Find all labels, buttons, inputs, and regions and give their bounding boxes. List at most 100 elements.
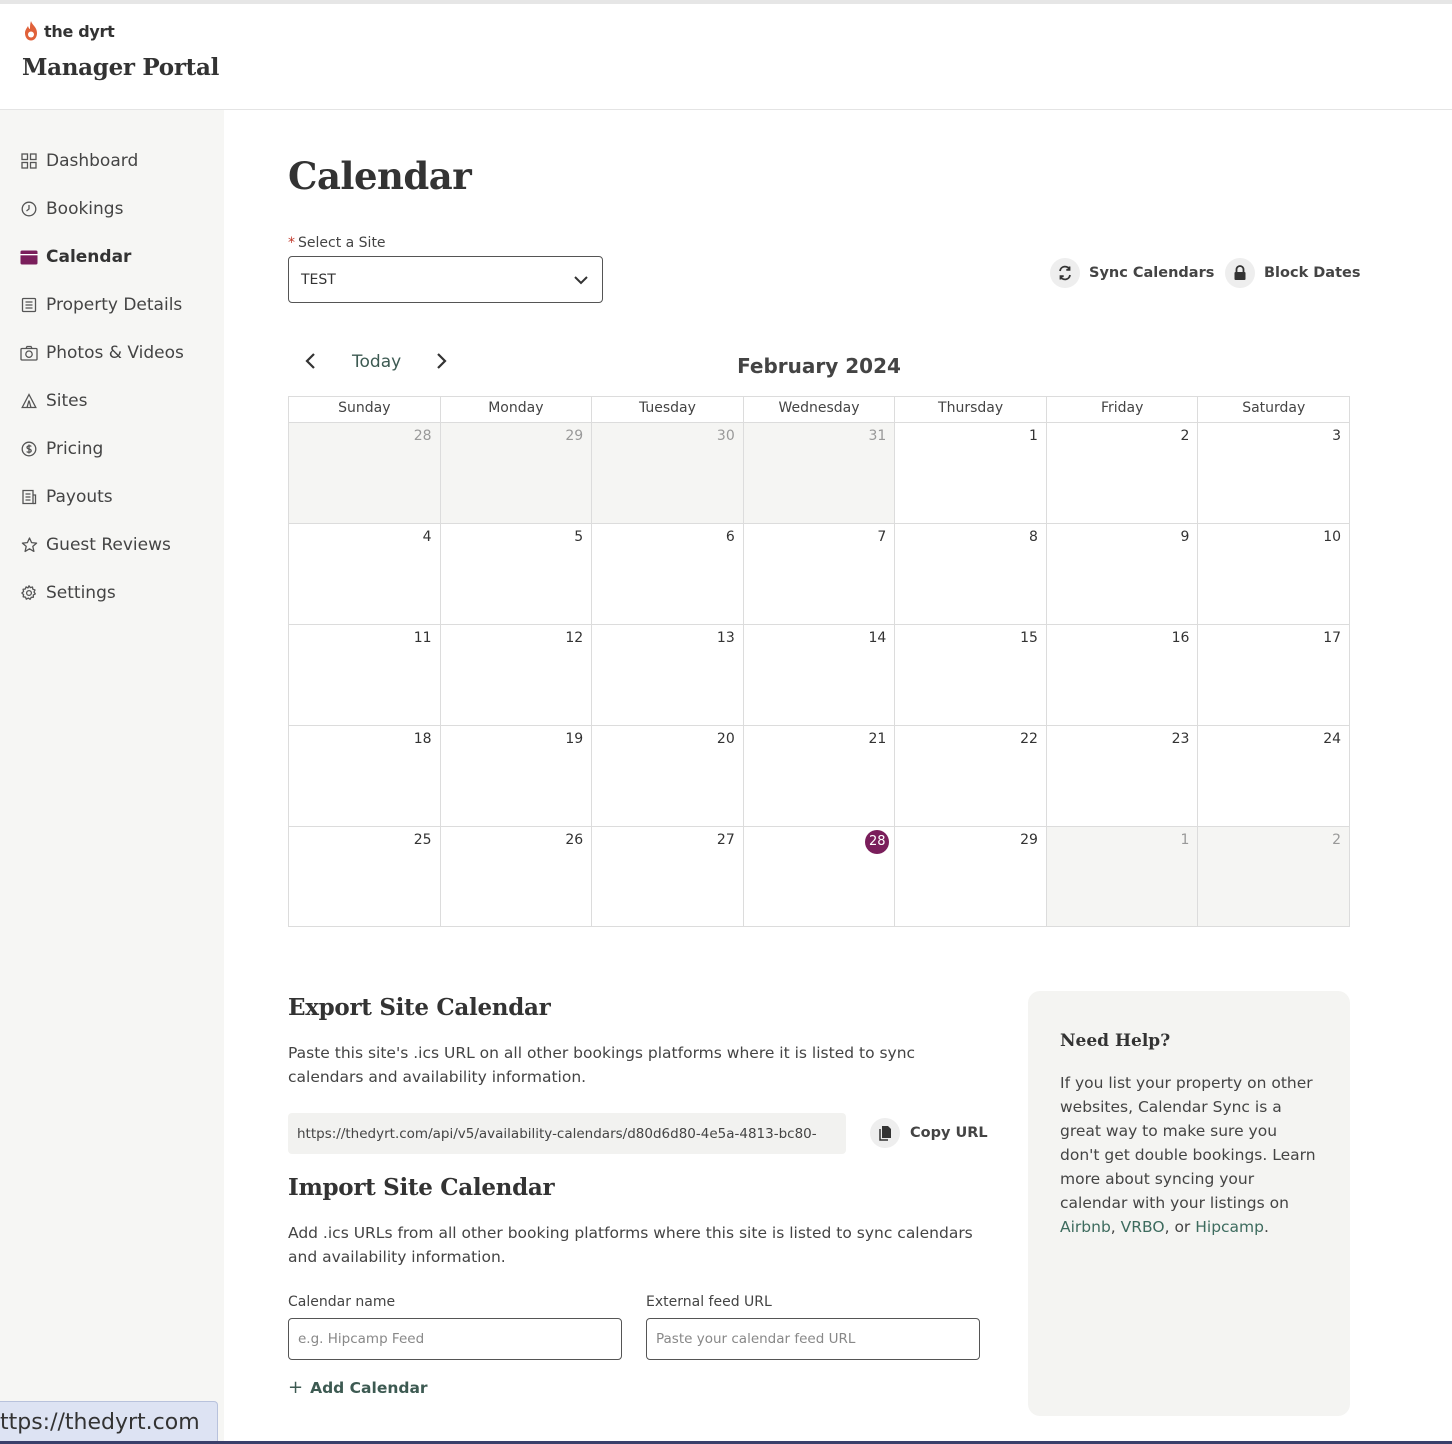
copy-url-label: Copy URL	[910, 1125, 988, 1141]
day-number: 22	[1020, 731, 1038, 747]
calendar-day-cell[interactable]: 23	[1046, 725, 1199, 826]
calendar-day-cell[interactable]: 4	[289, 523, 441, 624]
calendar-day-cell[interactable]: 14	[743, 624, 896, 725]
sidebar-item-pricing[interactable]: Pricing	[20, 437, 103, 461]
calendar-day-cell[interactable]: 16	[1046, 624, 1199, 725]
day-number: 8	[1028, 529, 1038, 545]
day-number: 5	[574, 529, 584, 545]
calendar-day-cell[interactable]: 13	[592, 624, 744, 725]
calendar-week-row: 11 12 13 14 15 16 17	[289, 624, 1351, 725]
sidebar-item-photos-videos[interactable]: Photos & Videos	[20, 341, 184, 365]
airbnb-link[interactable]: Airbnb	[1060, 1218, 1111, 1236]
day-number: 28	[865, 830, 890, 854]
calendar-name-input[interactable]	[288, 1318, 622, 1360]
day-number: 25	[413, 832, 432, 848]
calendar-day-cell[interactable]: 28	[289, 422, 441, 523]
day-number: 14	[868, 630, 887, 646]
calendar-day-cell[interactable]: 6	[592, 523, 744, 624]
add-calendar-label: Add Calendar	[310, 1378, 428, 1397]
calendar-day-cell[interactable]: 25	[289, 826, 441, 927]
lock-icon	[1225, 258, 1255, 288]
sidebar-item-label: Bookings	[46, 199, 124, 219]
day-number: 15	[1020, 630, 1038, 646]
calendar-day-cell[interactable]: 17	[1198, 624, 1351, 725]
external-feed-url-input[interactable]	[646, 1318, 980, 1360]
sidebar-item-calendar[interactable]: Calendar	[20, 245, 131, 269]
calendar-day-cell-today[interactable]: 28	[743, 826, 896, 927]
gear-icon	[20, 584, 38, 602]
copy-url-button[interactable]: Copy URL	[870, 1118, 988, 1148]
camera-icon	[20, 344, 38, 362]
sidebar-item-settings[interactable]: Settings	[20, 581, 116, 605]
day-number: 6	[725, 529, 735, 545]
export-description: Paste this site's .ics URL on all other …	[288, 1044, 916, 1086]
vrbo-link[interactable]: VRBO	[1121, 1218, 1165, 1236]
receipt-icon	[20, 488, 38, 506]
separator: ,	[1110, 1218, 1121, 1236]
star-icon	[20, 536, 38, 554]
sidebar-item-guest-reviews[interactable]: Guest Reviews	[20, 533, 171, 557]
calendar-day-cell[interactable]: 22	[895, 725, 1047, 826]
block-dates-button[interactable]: Block Dates	[1225, 258, 1361, 288]
calendar-day-cell[interactable]: 27	[592, 826, 744, 927]
calendar-day-cell[interactable]: 31	[743, 422, 896, 523]
sync-calendars-button[interactable]: Sync Calendars	[1050, 258, 1214, 288]
day-number: 1	[1028, 428, 1038, 444]
calendar-day-cell[interactable]: 19	[440, 725, 593, 826]
sidebar-item-bookings[interactable]: Bookings	[20, 197, 123, 221]
calendar-day-cell[interactable]: 29	[895, 826, 1047, 927]
import-section-title: Import Site Calendar	[288, 1174, 555, 1201]
calendar-day-cell[interactable]: 12	[440, 624, 593, 725]
site-select-label-text: Select a Site	[298, 235, 386, 251]
day-number: 28	[413, 428, 432, 444]
calendar-day-cell[interactable]: 8	[895, 523, 1047, 624]
main-content: Calendar * Select a Site TEST Sync Calend…	[224, 110, 1452, 1444]
calendar-day-cell[interactable]: 18	[289, 725, 441, 826]
sidebar-item-property-details[interactable]: Property Details	[20, 293, 182, 317]
weekday-label: Monday	[441, 397, 593, 422]
calendar-day-cell[interactable]: 15	[895, 624, 1047, 725]
add-calendar-button[interactable]: + Add Calendar	[288, 1377, 428, 1398]
calendar-week-row: 18 19 20 21 22 23 24	[289, 725, 1351, 826]
calendar-day-cell[interactable]: 1	[895, 422, 1047, 523]
calendar-grid: Sunday Monday Tuesday Wednesday Thursday…	[288, 396, 1351, 927]
day-number: 29	[565, 428, 584, 444]
day-number: 4	[422, 529, 432, 545]
calendar-day-cell[interactable]: 1	[1046, 826, 1199, 927]
calendar-day-cell[interactable]: 9	[1046, 523, 1199, 624]
site-select-label: * Select a Site	[288, 235, 386, 251]
site-select[interactable]: TEST	[288, 256, 603, 303]
sidebar-item-dashboard[interactable]: Dashboard	[20, 149, 138, 173]
site-select-value: TEST	[301, 271, 336, 288]
calendar-day-cell[interactable]: 21	[743, 725, 896, 826]
hipcamp-link[interactable]: Hipcamp	[1195, 1218, 1264, 1236]
calendar-day-cell[interactable]: 2	[1198, 826, 1351, 927]
calendar-day-cell[interactable]: 11	[289, 624, 441, 725]
sidebar-item-label: Photos & Videos	[46, 343, 184, 363]
day-number: 21	[868, 731, 887, 747]
day-number: 2	[1180, 428, 1190, 444]
calendar-day-cell[interactable]: 5	[440, 523, 593, 624]
calendar-day-cell[interactable]: 7	[743, 523, 896, 624]
logo[interactable]: the dyrt	[22, 20, 115, 42]
calendar-day-cell[interactable]: 30	[592, 422, 744, 523]
calendar-icon	[20, 248, 38, 266]
sidebar-item-sites[interactable]: Sites	[20, 389, 88, 413]
calendar-day-cell[interactable]: 3	[1198, 422, 1351, 523]
calendar-day-cell[interactable]: 29	[440, 422, 593, 523]
calendar-day-cell[interactable]: 10	[1198, 523, 1351, 624]
logo-text: the dyrt	[44, 21, 115, 41]
block-dates-label: Block Dates	[1264, 265, 1361, 281]
calendar-day-cell[interactable]: 24	[1198, 725, 1351, 826]
day-number: 12	[565, 630, 584, 646]
calendar-day-cell[interactable]: 26	[440, 826, 593, 927]
clock-icon	[20, 200, 38, 218]
calendar-day-cell[interactable]: 2	[1046, 422, 1199, 523]
page-title: Calendar	[288, 154, 472, 198]
help-title: Need Help?	[1060, 1031, 1171, 1051]
export-url-field[interactable]: https://thedyrt.com/api/v5/availability-…	[288, 1113, 846, 1154]
sidebar-item-payouts[interactable]: Payouts	[20, 485, 113, 509]
calendar-day-cell[interactable]: 20	[592, 725, 744, 826]
sidebar-item-label: Pricing	[46, 439, 104, 459]
day-number: 13	[716, 630, 735, 646]
